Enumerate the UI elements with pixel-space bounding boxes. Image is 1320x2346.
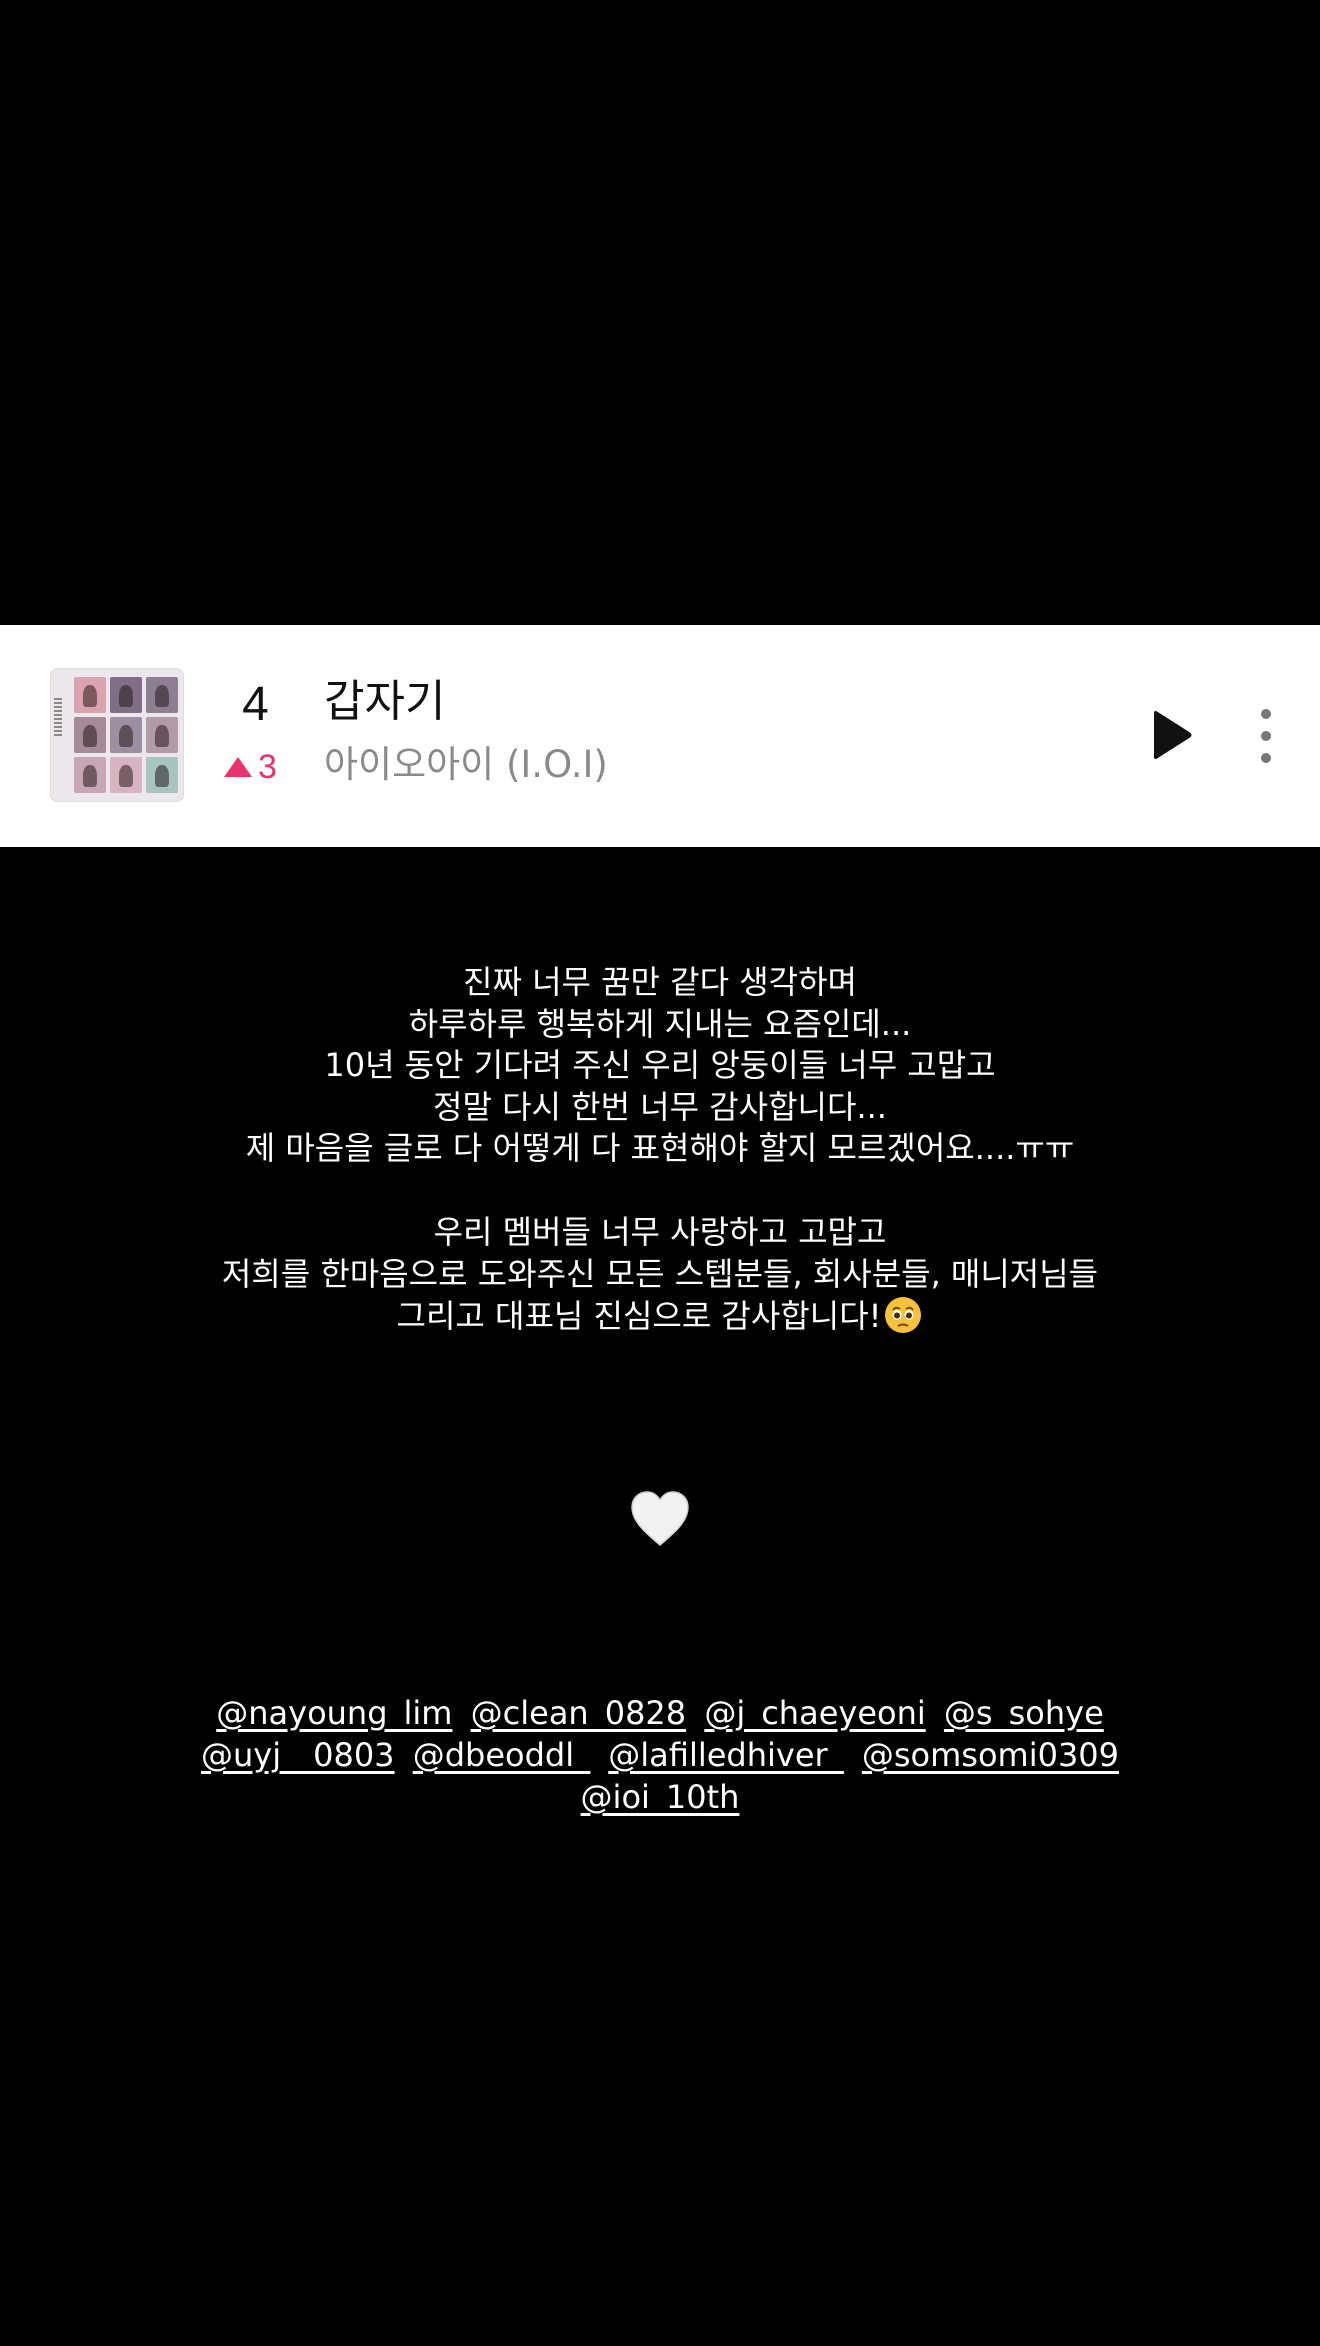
story-line: 하루하루 행복하게 지내는 요즘인데... (408, 1004, 912, 1043)
story-line: 진짜 너무 꿈만 같다 생각하며 (463, 963, 857, 1001)
mention-row: @uyj__0803 @dbeoddl_ @lafilledhiver_ @so… (0, 1734, 1320, 1776)
story-line: 정말 다시 한번 너무 감사합니다... (433, 1087, 887, 1126)
holding-back-tears-face-icon (885, 1297, 922, 1333)
mention-tag[interactable]: @s_sohye (944, 1694, 1104, 1732)
mention-tag[interactable]: @ioi_10th (581, 1778, 740, 1816)
mention-tag[interactable]: @j_chaeyeoni (704, 1694, 925, 1732)
story-message-paragraph-2: 우리 멤버들 너무 사랑하고 고맙고 저희를 한마음으로 도와주신 모든 스텝분… (0, 1212, 1320, 1338)
more-options-button[interactable] (1250, 709, 1282, 763)
rank-change: 3 (224, 747, 277, 787)
mention-tag[interactable]: @dbeoddl_ (413, 1736, 590, 1774)
mention-tag[interactable]: @somsomi0309 (862, 1736, 1119, 1774)
album-cover (50, 668, 184, 802)
music-sticker[interactable]: 4 3 갑자기 아이오아이 (I.O.I) (0, 625, 1320, 847)
song-title: 갑자기 (324, 676, 446, 727)
story-message-paragraph-1: 진짜 너무 꿈만 같다 생각하며 하루하루 행복하게 지내는 요즘인데... 1… (0, 962, 1320, 1170)
story-line: 저희를 한마음으로 도와주신 모든 스텝분들, 회사분들, 매니저님들 (221, 1254, 1099, 1293)
chart-rank: 4 (242, 678, 269, 731)
mention-tag[interactable]: @lafilledhiver_ (608, 1736, 843, 1774)
story-line-with-emoji: 그리고 대표님 진심으로 감사합니다! (0, 1295, 1320, 1338)
more-options-icon (1261, 709, 1271, 719)
rank-change-value: 3 (258, 748, 277, 786)
story-line: 10년 동안 기다려 주신 우리 앙둥이들 너무 고맙고 (324, 1046, 996, 1084)
story-line: 우리 멤버들 너무 사랑하고 고맙고 (433, 1213, 887, 1251)
rank-up-arrow-icon (224, 757, 252, 777)
story-line: 제 마음을 글로 다 어떻게 다 표현해야 할지 모르겠어요....ㅠㅠ (245, 1129, 1075, 1167)
white-heart-icon (631, 1491, 689, 1546)
play-icon (1154, 711, 1192, 759)
mention-row: @ioi_10th (0, 1776, 1320, 1818)
mention-tag[interactable]: @uyj__0803 (201, 1736, 395, 1774)
mention-tag[interactable]: @clean_0828 (471, 1694, 687, 1732)
play-button[interactable] (1148, 709, 1194, 761)
mention-tags: @nayoung_lim @clean_0828 @j_chaeyeoni @s… (0, 1692, 1320, 1818)
song-artist: 아이오아이 (I.O.I) (324, 743, 608, 786)
mention-row: @nayoung_lim @clean_0828 @j_chaeyeoni @s… (0, 1692, 1320, 1734)
story-line: 그리고 대표님 진심으로 감사합니다! (396, 1297, 882, 1335)
mention-tag[interactable]: @nayoung_lim (216, 1694, 452, 1732)
